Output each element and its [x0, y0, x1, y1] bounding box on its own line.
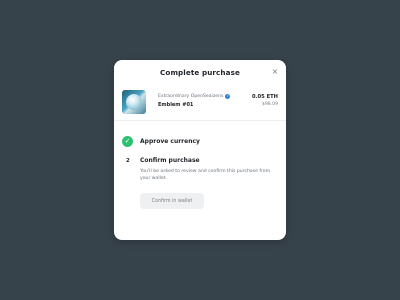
verified-badge-icon: ✓ [225, 94, 231, 99]
modal-title: Complete purchase [160, 68, 240, 77]
item-name: Emblem #01 [158, 102, 194, 108]
price-usd: $98.09 [261, 102, 278, 107]
nft-thumbnail [122, 90, 146, 114]
nft-thumbnail-art [126, 94, 142, 110]
purchase-item-row: Extraordinary OpenSeaizens ✓ Emblem #01 … [114, 84, 286, 120]
step-description: You'll be asked to review and confirm th… [140, 169, 271, 181]
collection-name: Extraordinary OpenSeaizens ✓ [158, 94, 231, 99]
step-confirm-purchase: Confirm purchase [140, 157, 200, 164]
item-divider [114, 120, 286, 121]
complete-purchase-modal: Complete purchase × Extraordinary OpenSe… [114, 60, 286, 240]
check-icon: ✓ [122, 136, 133, 147]
step-approve-currency: Approve currency [140, 138, 200, 145]
step-number: 2 [126, 158, 130, 164]
confirm-in-wallet-button[interactable]: Confirm in wallet [140, 193, 204, 209]
close-icon[interactable]: × [271, 68, 279, 76]
price-eth: 0.05 ETH [251, 94, 278, 100]
collection-label: Extraordinary OpenSeaizens [158, 94, 224, 99]
